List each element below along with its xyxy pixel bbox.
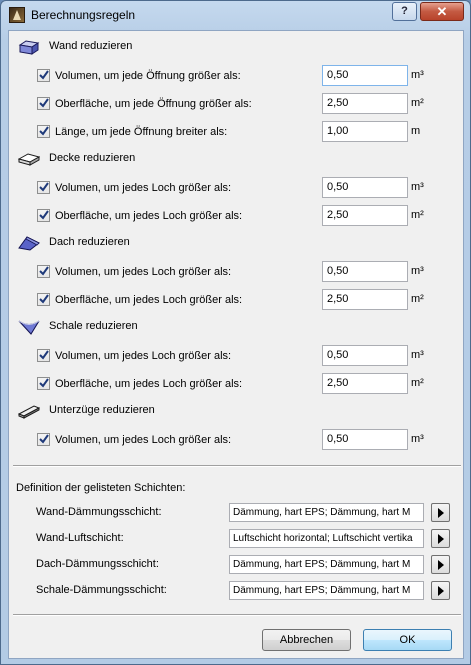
rule-checkbox[interactable] xyxy=(37,293,50,306)
rule-label: Volumen, um jedes Loch größer als: xyxy=(55,350,232,362)
rule-label: Volumen, um jedes Loch größer als: xyxy=(55,434,232,446)
slab-icon xyxy=(18,153,40,166)
rule-checkbox[interactable] xyxy=(37,69,50,82)
section-title: Wand reduzieren xyxy=(49,40,133,52)
rule-checkbox[interactable] xyxy=(37,125,50,138)
unit-label: m² xyxy=(411,377,424,389)
layer-definition-row: Dach-Dämmungsschicht: Dämmung, hart EPS;… xyxy=(9,555,465,575)
title-bar[interactable]: Berechnungsregeln ? ✕ xyxy=(1,1,470,29)
rule-checkbox[interactable] xyxy=(37,181,50,194)
layer-definition-field[interactable]: Dämmung, hart EPS; Dämmung, hart M xyxy=(229,555,424,574)
rule-checkbox[interactable] xyxy=(37,349,50,362)
rule-label: Oberfläche, um jedes Loch größer als: xyxy=(55,294,243,306)
unit-label: m³ xyxy=(411,69,424,81)
section-title: Schale reduzieren xyxy=(49,320,138,332)
layer-select-button[interactable] xyxy=(431,529,450,548)
section-header-beam: Unterzüge reduzieren xyxy=(9,401,465,421)
rule-label: Oberfläche, um jedes Loch größer als: xyxy=(55,378,243,390)
rule-row: Länge, um jede Öffnung breiter als: 1,00… xyxy=(9,121,465,143)
layer-definition-label: Wand-Dämmungsschicht: xyxy=(36,506,162,518)
rule-row: Oberfläche, um jede Öffnung größer als: … xyxy=(9,93,465,115)
rule-checkbox[interactable] xyxy=(37,209,50,222)
separator xyxy=(13,465,461,467)
rule-checkbox[interactable] xyxy=(37,97,50,110)
separator xyxy=(13,614,461,616)
unit-label: m³ xyxy=(411,433,424,445)
layer-select-button[interactable] xyxy=(431,503,450,522)
layer-select-button[interactable] xyxy=(431,555,450,574)
section-title: Unterzüge reduzieren xyxy=(49,404,155,416)
rule-value-input[interactable]: 2,50 xyxy=(322,205,408,226)
rule-row: Volumen, um jedes Loch größer als: 0,50 … xyxy=(9,345,465,367)
rule-value-input[interactable]: 1,00 xyxy=(322,121,408,142)
rule-label: Oberfläche, um jede Öffnung größer als: xyxy=(55,98,252,110)
section-title: Decke reduzieren xyxy=(49,152,136,164)
layer-definition-row: Wand-Dämmungsschicht: Dämmung, hart EPS;… xyxy=(9,503,465,523)
close-button[interactable]: ✕ xyxy=(420,2,464,21)
rule-row: Volumen, um jedes Loch größer als: 0,50 … xyxy=(9,429,465,451)
ok-button[interactable]: OK xyxy=(363,629,452,651)
rule-value-input[interactable]: 0,50 xyxy=(322,261,408,282)
rule-value-input[interactable]: 0,50 xyxy=(322,345,408,366)
roof-icon xyxy=(18,236,40,251)
section-header-slab: Decke reduzieren xyxy=(9,149,465,169)
rule-row: Volumen, um jedes Loch größer als: 0,50 … xyxy=(9,261,465,283)
layer-definition-row: Wand-Luftschicht: Luftschicht horizontal… xyxy=(9,529,465,549)
cancel-button[interactable]: Abbrechen xyxy=(262,629,351,651)
unit-label: m³ xyxy=(411,181,424,193)
layer-definition-field[interactable]: Luftschicht horizontal; Luftschicht vert… xyxy=(229,529,424,548)
rule-value-input[interactable]: 0,50 xyxy=(322,65,408,86)
dialog-window: Berechnungsregeln ? ✕ Wand reduzieren Vo… xyxy=(0,0,471,665)
rule-value-input[interactable]: 2,50 xyxy=(322,289,408,310)
rule-row: Oberfläche, um jedes Loch größer als: 2,… xyxy=(9,373,465,395)
rule-row: Volumen, um jedes Loch größer als: 0,50 … xyxy=(9,177,465,199)
rule-value-input[interactable]: 0,50 xyxy=(322,429,408,450)
rule-row: Oberfläche, um jedes Loch größer als: 2,… xyxy=(9,205,465,227)
section-title: Dach reduzieren xyxy=(49,236,130,248)
rule-label: Volumen, um jede Öffnung größer als: xyxy=(55,70,241,82)
rule-value-input[interactable]: 2,50 xyxy=(322,93,408,114)
unit-label: m³ xyxy=(411,265,424,277)
layer-definition-field[interactable]: Dämmung, hart EPS; Dämmung, hart M xyxy=(229,503,424,522)
section-header-wall: Wand reduzieren xyxy=(9,37,465,57)
app-icon xyxy=(9,7,25,23)
rule-label: Oberfläche, um jedes Loch größer als: xyxy=(55,210,243,222)
layer-definition-field[interactable]: Dämmung, hart EPS; Dämmung, hart M xyxy=(229,581,424,600)
rule-value-input[interactable]: 0,50 xyxy=(322,177,408,198)
help-button[interactable]: ? xyxy=(392,2,417,21)
unit-label: m³ xyxy=(411,349,424,361)
unit-label: m² xyxy=(411,293,424,305)
beam-icon xyxy=(18,405,40,419)
section-header-shell: Schale reduzieren xyxy=(9,317,465,337)
rule-checkbox[interactable] xyxy=(37,377,50,390)
rule-label: Länge, um jede Öffnung breiter als: xyxy=(55,126,228,138)
rule-row: Oberfläche, um jedes Loch größer als: 2,… xyxy=(9,289,465,311)
dialog-body: Wand reduzieren Volumen, um jede Öffnung… xyxy=(8,30,464,659)
rule-row: Volumen, um jede Öffnung größer als: 0,5… xyxy=(9,65,465,87)
layer-select-button[interactable] xyxy=(431,581,450,600)
section-header-roof: Dach reduzieren xyxy=(9,233,465,253)
rule-label: Volumen, um jedes Loch größer als: xyxy=(55,182,232,194)
rule-value-input[interactable]: 2,50 xyxy=(322,373,408,394)
unit-label: m² xyxy=(411,97,424,109)
layer-definition-label: Dach-Dämmungsschicht: xyxy=(36,558,159,570)
wall-icon xyxy=(18,40,40,55)
layer-definition-row: Schale-Dämmungsschicht: Dämmung, hart EP… xyxy=(9,581,465,601)
unit-label: m xyxy=(411,125,421,137)
layer-definition-label: Schale-Dämmungsschicht: xyxy=(36,584,167,596)
unit-label: m² xyxy=(411,209,424,221)
rule-checkbox[interactable] xyxy=(37,433,50,446)
layer-definition-label: Wand-Luftschicht: xyxy=(36,532,124,544)
rule-checkbox[interactable] xyxy=(37,265,50,278)
rule-label: Volumen, um jedes Loch größer als: xyxy=(55,266,232,278)
layer-definition-title: Definition der gelisteten Schichten: xyxy=(16,482,186,494)
window-title: Berechnungsregeln xyxy=(31,8,136,22)
shell-icon xyxy=(18,320,40,335)
